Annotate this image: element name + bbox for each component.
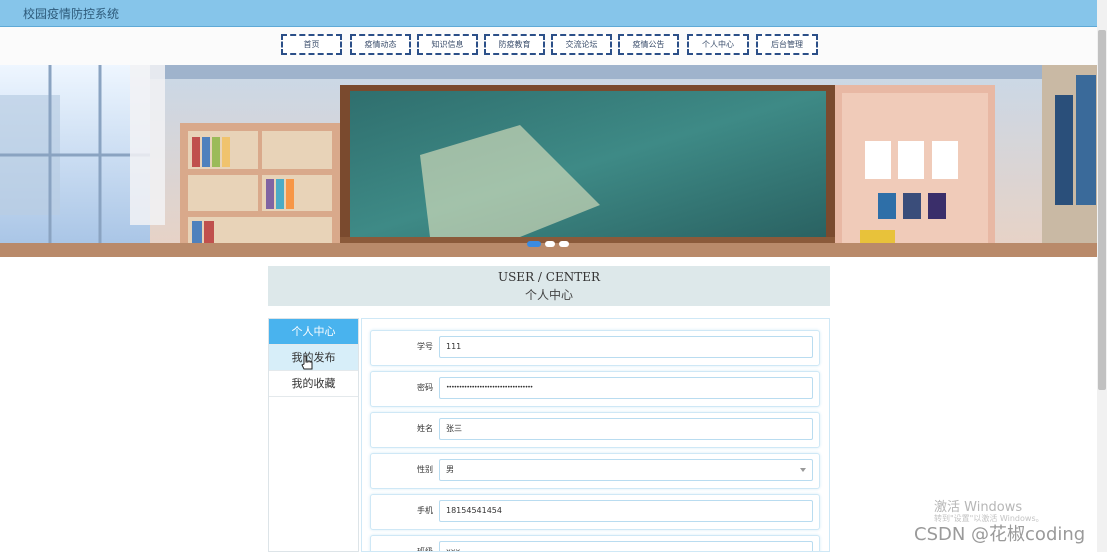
- phone-input[interactable]: 18154541454: [439, 500, 813, 522]
- student-id-input[interactable]: 111: [439, 336, 813, 358]
- class-label: 班级: [417, 547, 433, 552]
- name-label: 姓名: [417, 424, 433, 433]
- form-row-phone: 手机 18154541454: [370, 494, 820, 530]
- page-scrollbar[interactable]: [1097, 0, 1107, 552]
- section-title-cn: 个人中心: [524, 288, 573, 302]
- nav-item-personal-center[interactable]: 个人中心: [687, 34, 749, 55]
- nav-item-announcements[interactable]: 疫情公告: [618, 34, 679, 55]
- main-nav: 首页 疫情动态 知识信息 防疫教育 交流论坛 疫情公告 个人中心 后台管理: [0, 27, 1097, 65]
- profile-form: 学号 111 密码 ••••••••••••••••••••••••••••••…: [361, 318, 830, 552]
- nav-item-forum[interactable]: 交流论坛: [551, 34, 612, 55]
- phone-label: 手机: [417, 506, 433, 515]
- top-bar: 校园疫情防控系统: [0, 0, 1097, 27]
- form-row-name: 姓名 张三: [370, 412, 820, 448]
- nav-item-prevention-education[interactable]: 防疫教育: [484, 34, 545, 55]
- section-header: USER / CENTER 个人中心: [268, 266, 830, 306]
- nav-item-epidemic-news[interactable]: 疫情动态: [350, 34, 411, 55]
- class-input[interactable]: xxx: [439, 541, 813, 551]
- section-title-en: USER / CENTER: [497, 270, 601, 284]
- nav-item-admin[interactable]: 后台管理: [756, 34, 818, 55]
- form-row-class: 班级 xxx: [370, 535, 820, 552]
- form-row-gender: 性别 男: [370, 453, 820, 489]
- name-input[interactable]: 张三: [439, 418, 813, 440]
- side-menu: 个人中心 我的发布 我的收藏: [268, 318, 359, 552]
- csdn-watermark: CSDN @花椒coding: [914, 524, 1086, 545]
- banner-carousel[interactable]: [0, 65, 1097, 257]
- scrollbar-thumb[interactable]: [1098, 30, 1106, 390]
- carousel-dot-1: [527, 241, 541, 247]
- form-row-student-id: 学号 111: [370, 330, 820, 366]
- password-input[interactable]: ••••••••••••••••••••••••••••••••••: [439, 377, 813, 399]
- nav-item-knowledge[interactable]: 知识信息: [417, 34, 478, 55]
- student-id-label: 学号: [417, 342, 433, 351]
- gender-value: 男: [446, 465, 454, 474]
- gender-label: 性别: [417, 465, 433, 474]
- password-label: 密码: [417, 383, 433, 392]
- gender-select[interactable]: 男: [439, 459, 813, 481]
- carousel-dot-2: [545, 241, 555, 247]
- carousel-dot-3: [559, 241, 569, 247]
- hand-cursor-icon: [300, 355, 314, 375]
- form-row-password: 密码 ••••••••••••••••••••••••••••••••••: [370, 371, 820, 407]
- classroom-illustration: [0, 65, 1097, 257]
- app-title: 校园疫情防控系统: [23, 7, 120, 21]
- nav-item-home[interactable]: 首页: [281, 34, 342, 55]
- side-menu-item-personal-center[interactable]: 个人中心: [269, 319, 358, 345]
